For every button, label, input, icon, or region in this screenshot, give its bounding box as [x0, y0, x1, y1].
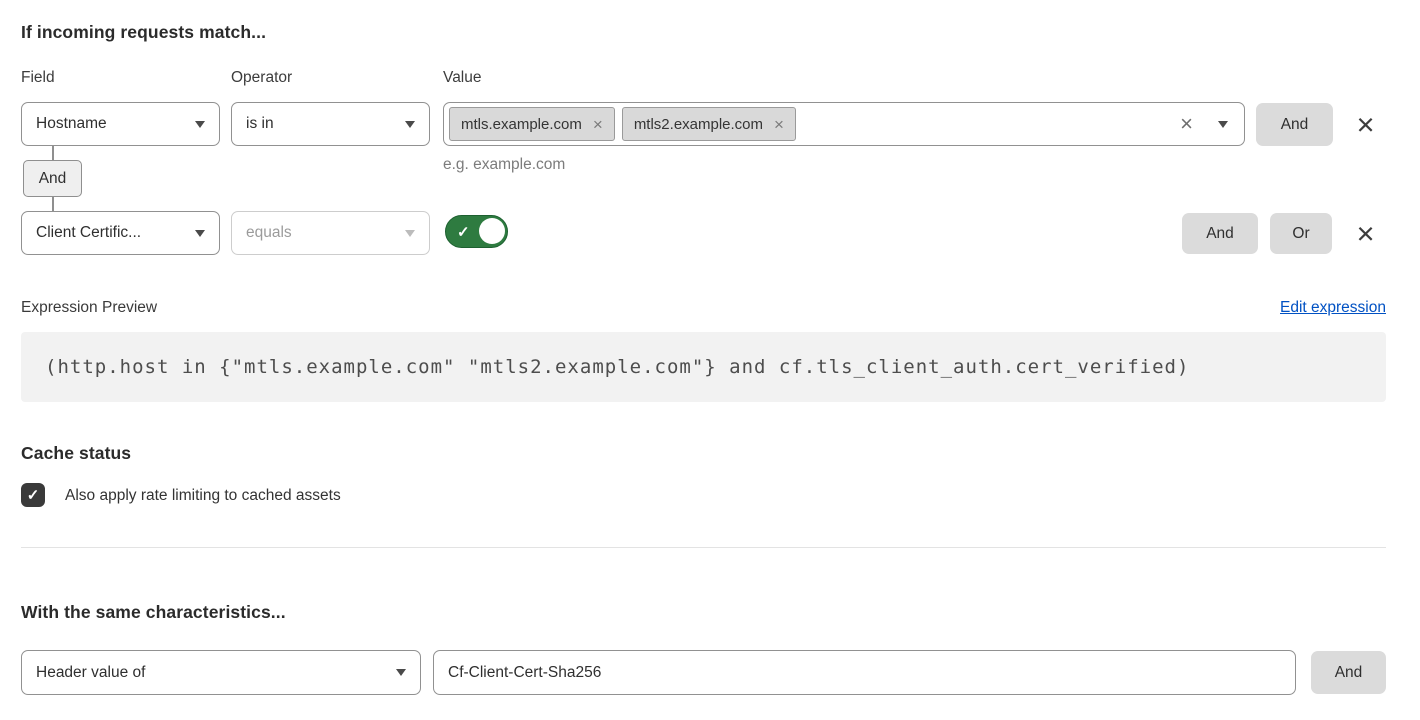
characteristic-select[interactable]: Header value of [21, 650, 421, 695]
check-icon: ✓ [27, 486, 40, 504]
operator-select-row1[interactable]: is in [231, 102, 430, 146]
section-divider [21, 547, 1386, 548]
chevron-down-icon [405, 121, 415, 128]
characteristic-select-value: Header value of [36, 664, 145, 682]
operator-select-row2-value: equals [246, 224, 292, 242]
edit-expression-link[interactable]: Edit expression [1280, 299, 1386, 317]
check-icon: ✓ [457, 223, 470, 241]
field-select-row1[interactable]: Hostname [21, 102, 220, 146]
cert-verified-toggle[interactable]: ✓ [445, 215, 508, 248]
and-button-characteristics[interactable]: And [1311, 651, 1386, 694]
chevron-down-icon [195, 230, 205, 237]
value-tag-label: mtls2.example.com [634, 116, 763, 133]
or-button-row2[interactable]: Or [1270, 213, 1332, 254]
field-select-row2-value: Client Certific... [36, 224, 141, 242]
cached-assets-checkbox[interactable]: ✓ [21, 483, 45, 507]
operator-select-row2: equals [231, 211, 430, 255]
operator-column-label: Operator [231, 69, 292, 87]
chevron-down-icon [195, 121, 205, 128]
match-section-title: If incoming requests match... [21, 22, 266, 43]
value-column-label: Value [443, 69, 482, 87]
chevron-down-icon[interactable] [1218, 121, 1228, 128]
and-button-row1[interactable]: And [1256, 103, 1333, 146]
cached-assets-checkbox-label: Also apply rate limiting to cached asset… [65, 487, 341, 505]
chevron-down-icon [396, 669, 406, 676]
expression-preview-label: Expression Preview [21, 299, 157, 317]
expression-code: (http.host in {"mtls.example.com" "mtls2… [45, 356, 1189, 378]
toggle-knob [479, 218, 505, 244]
cache-status-title: Cache status [21, 443, 131, 464]
value-tag: mtls2.example.com × [622, 107, 796, 141]
expression-preview-block: (http.host in {"mtls.example.com" "mtls2… [21, 332, 1386, 402]
value-tag-label: mtls.example.com [461, 116, 582, 133]
field-select-row2[interactable]: Client Certific... [21, 211, 220, 255]
connector-and-button[interactable]: And [23, 160, 82, 197]
delete-row1-icon[interactable]: × [1350, 103, 1381, 146]
remove-tag-icon[interactable]: × [593, 116, 603, 133]
value-multiselect-row1[interactable]: mtls.example.com × mtls2.example.com × × [443, 102, 1245, 146]
and-button-row2[interactable]: And [1182, 213, 1258, 254]
operator-select-row1-value: is in [246, 115, 274, 133]
chevron-down-icon [405, 230, 415, 237]
clear-values-icon[interactable]: × [1180, 113, 1193, 135]
field-column-label: Field [21, 69, 55, 87]
header-name-input[interactable] [433, 650, 1296, 695]
value-hint-text: e.g. example.com [443, 156, 565, 174]
field-select-row1-value: Hostname [36, 115, 107, 133]
remove-tag-icon[interactable]: × [774, 116, 784, 133]
delete-row2-icon[interactable]: × [1350, 213, 1381, 254]
characteristics-title: With the same characteristics... [21, 602, 286, 623]
value-tag: mtls.example.com × [449, 107, 615, 141]
